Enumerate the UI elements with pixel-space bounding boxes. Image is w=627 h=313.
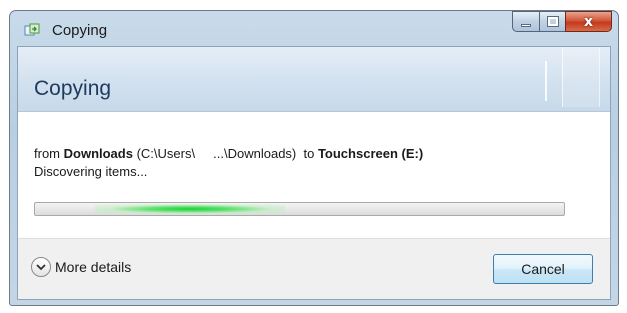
source-folder-link[interactable]: Downloads [64, 146, 133, 161]
dialog-client-area: Copying from Downloads (C:\Users\ ...\Do… [17, 46, 611, 300]
title-bar[interactable]: Copying x [10, 11, 618, 47]
from-word: from [34, 146, 60, 161]
window-controls: x [512, 11, 612, 33]
minimize-icon [521, 24, 531, 27]
more-details-toggle[interactable]: More details [31, 257, 131, 277]
cancel-button[interactable]: Cancel [493, 254, 593, 284]
dialog-header: Copying [18, 47, 610, 112]
copy-dialog-window: Copying x Copying from Downloads (C:\Use… [9, 10, 619, 306]
copy-status-text: Discovering items... [34, 164, 148, 179]
to-word: to [303, 146, 315, 161]
progress-marquee-glow [95, 204, 285, 214]
dialog-heading: Copying [34, 77, 112, 100]
minimize-button[interactable] [512, 11, 539, 32]
header-decoration [545, 61, 547, 101]
copy-source-destination: from Downloads (C:\Users\ ...\Downloads)… [34, 146, 423, 161]
copy-progress-bar [34, 202, 565, 216]
more-details-label[interactable]: More details [55, 259, 131, 275]
window-title: Copying [52, 22, 108, 39]
copy-files-icon [24, 23, 40, 36]
destination-drive-link[interactable]: Touchscreen (E:) [318, 146, 423, 161]
close-button[interactable]: x [565, 11, 612, 32]
source-path-start: (C:\Users\ [136, 146, 196, 161]
source-path-end: ...\Downloads) [213, 146, 297, 161]
maximize-button[interactable] [539, 11, 565, 32]
chevron-down-icon[interactable] [31, 257, 51, 277]
maximize-icon [548, 17, 558, 26]
dialog-footer: More details Cancel [18, 238, 610, 299]
header-decoration [562, 47, 600, 107]
close-icon: x [583, 14, 594, 30]
